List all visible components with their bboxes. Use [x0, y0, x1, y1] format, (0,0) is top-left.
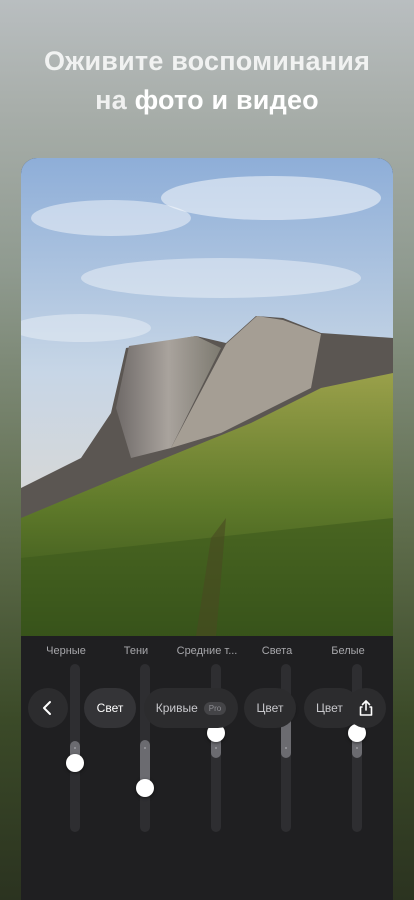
tab-curves[interactable]: Кривые Pro	[144, 688, 238, 728]
slider-center-dot	[144, 747, 146, 749]
landscape-photo	[21, 158, 393, 636]
slider-label: Света	[261, 645, 293, 657]
adjustment-panel: Черные Тени Средние т... Света Белые	[21, 636, 393, 900]
slider-2[interactable]: Тени	[99, 636, 173, 836]
headline: Оживите воспоминания на фото и видео	[0, 42, 414, 120]
headline-emphasis: фото и видео	[134, 85, 319, 115]
slider-3[interactable]: Средние т...	[170, 636, 244, 836]
slider-center-dot	[215, 747, 217, 749]
slider-center-dot	[285, 747, 287, 749]
tab-light-label: Свет	[96, 701, 124, 715]
slider-1[interactable]: Черные	[29, 636, 103, 836]
slider-center-dot	[74, 747, 76, 749]
slider-label: Черные	[46, 645, 86, 657]
headline-line-1: Оживите воспоминания	[43, 46, 371, 76]
slider-knob[interactable]	[136, 779, 154, 798]
back-button[interactable]	[28, 688, 68, 728]
bottom-toolbar: Свет Кривые Pro Цвет Цвет	[0, 688, 414, 732]
slider-label: Тени	[123, 645, 149, 657]
chevron-left-icon	[43, 701, 51, 715]
slider-4[interactable]: Света	[240, 636, 314, 836]
slider-label: Средние т...	[176, 645, 238, 657]
slider-center-dot	[356, 747, 358, 749]
slider-label: Белые	[331, 645, 365, 657]
tab-light[interactable]: Свет	[84, 688, 136, 728]
headline-prefix: на	[95, 85, 127, 115]
headline-line-2: на фото и видео	[0, 81, 414, 120]
tab-color-label: Цвет	[256, 701, 284, 715]
share-button[interactable]	[346, 688, 386, 728]
slider-knob[interactable]	[66, 754, 84, 773]
tab-curves-label: Кривые	[155, 701, 198, 715]
tab-color[interactable]: Цвет	[244, 688, 296, 728]
pro-badge: Pro	[203, 701, 227, 715]
tab-color-2-label: Цвет	[316, 701, 343, 715]
editor-card: Черные Тени Средние т... Света Белые	[21, 158, 393, 900]
share-icon	[359, 700, 373, 716]
slider-5[interactable]: Белые	[311, 636, 385, 836]
